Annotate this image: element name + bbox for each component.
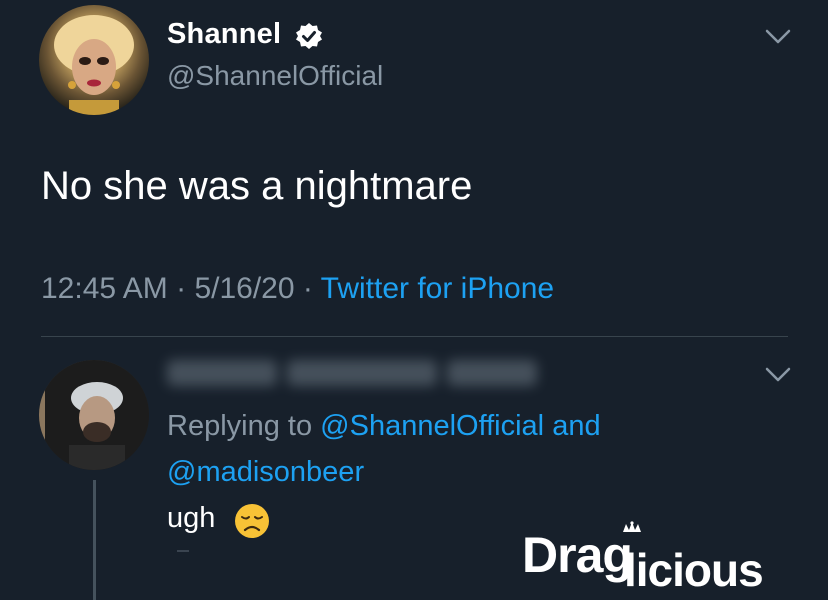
reply-author-avatar[interactable] — [39, 360, 149, 470]
svg-text:licious: licious — [624, 544, 763, 595]
disappointed-face-emoji-icon — [235, 504, 269, 538]
replying-prefix: Replying to — [167, 410, 321, 442]
drag-queen-avatar-icon — [54, 15, 134, 115]
mention-link[interactable]: @madisonbeer — [167, 456, 364, 488]
meta-separator: · — [294, 272, 321, 305]
blurred-reply-author — [167, 352, 567, 392]
draglicious-watermark-logo: Drag licious — [522, 521, 764, 595]
svg-text:Drag: Drag — [522, 527, 632, 583]
tweet-detail-page: Shannel @ShannelOfficial No she was a ni… — [0, 0, 828, 600]
verified-badge-icon — [296, 23, 322, 49]
author-avatar[interactable] — [39, 5, 149, 115]
tweet-time[interactable]: 12:45 AM — [41, 272, 168, 305]
reply-text: ugh — [167, 502, 216, 534]
mention-conjunction: and — [544, 410, 601, 442]
faint-mark-icon — [177, 550, 189, 552]
replying-to: Replying to @ShannelOfficial and @madison… — [167, 403, 727, 495]
author-display-name[interactable]: Shannel — [167, 18, 281, 51]
man-hat-avatar-icon — [39, 360, 149, 470]
tweet-text: No she was a nightmare — [41, 164, 473, 208]
divider — [41, 336, 788, 337]
thread-line — [93, 480, 96, 600]
chevron-down-icon[interactable] — [764, 366, 792, 384]
tweet-source-link[interactable]: Twitter for iPhone — [321, 272, 554, 305]
meta-separator: · — [167, 272, 195, 305]
tweet-meta: 12:45 AM · 5/16/20 · Twitter for iPhone — [41, 272, 554, 306]
tweet-date[interactable]: 5/16/20 — [194, 272, 294, 305]
mention-link[interactable]: @ShannelOfficial — [320, 410, 544, 442]
author-handle[interactable]: @ShannelOfficial — [167, 60, 383, 92]
chevron-down-icon[interactable] — [764, 28, 792, 46]
